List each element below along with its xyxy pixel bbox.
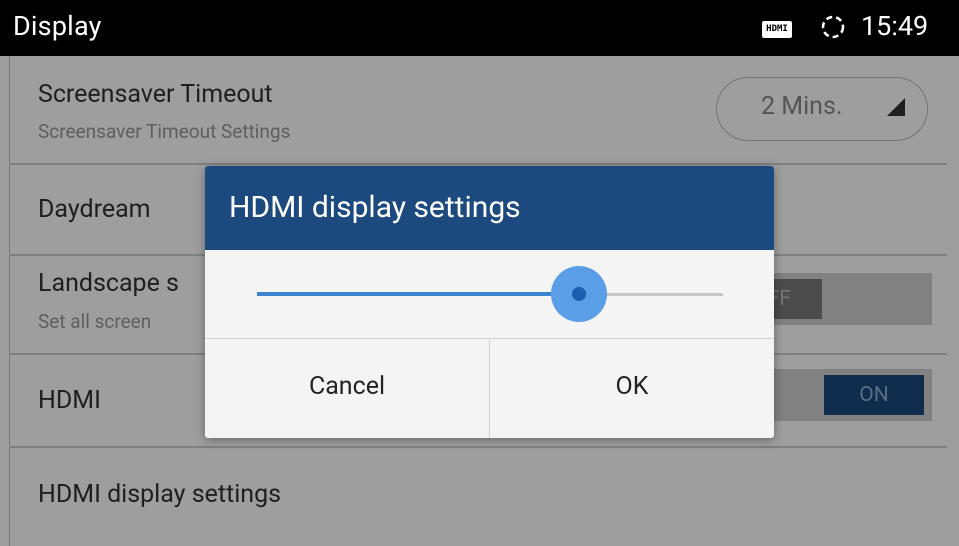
sync-icon xyxy=(821,15,845,39)
hdmi-display-dialog: HDMI display settings Cancel OK xyxy=(205,166,774,438)
slider-thumb[interactable] xyxy=(571,287,586,301)
ok-button[interactable]: OK xyxy=(490,339,774,438)
slider-fill xyxy=(257,292,579,296)
dialog-title: HDMI display settings xyxy=(229,190,521,225)
dialog-buttons: Cancel OK xyxy=(205,338,774,438)
status-bar: Display HDMI 15:49 xyxy=(0,0,959,56)
hdmi-icon: HDMI xyxy=(762,21,792,38)
page-title: Display xyxy=(13,10,102,42)
cancel-button[interactable]: Cancel xyxy=(205,339,489,438)
clock: 15:49 xyxy=(861,10,929,42)
dialog-header: HDMI display settings xyxy=(205,166,774,250)
hdmi-display-slider[interactable] xyxy=(257,250,723,338)
